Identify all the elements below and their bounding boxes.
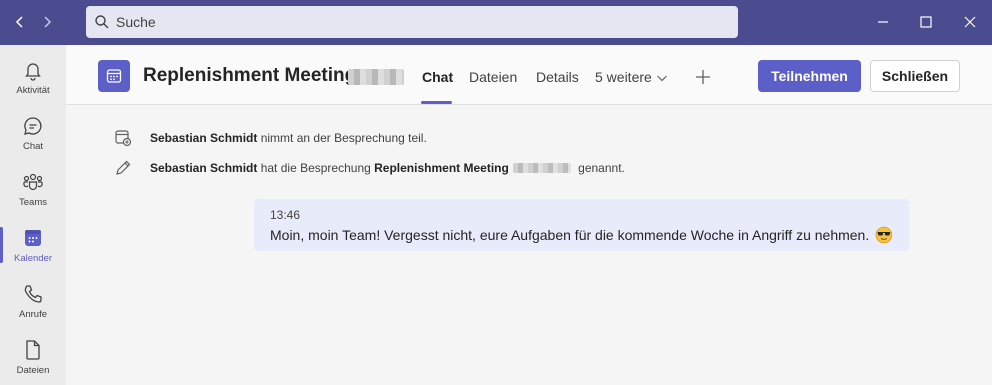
rail-item-label: Teams: [19, 196, 47, 208]
message-bubble[interactable]: 13:46 Moin, moin Team! Vergesst nicht, e…: [254, 199, 909, 251]
meeting-header: Replenishment Meeting Chat Dateien Detai…: [66, 45, 992, 105]
system-event: Sebastian Schmidt nimmt an der Besprechu…: [114, 128, 814, 148]
meeting-calendar-icon: [98, 60, 130, 92]
close-button[interactable]: Schließen: [870, 60, 960, 92]
rail-item-calls[interactable]: Anrufe: [0, 273, 66, 329]
add-tab-icon[interactable]: [694, 68, 712, 86]
redacted-text: [348, 69, 404, 85]
rail-item-label: Aktivität: [16, 84, 50, 96]
tab-details[interactable]: Details: [536, 69, 579, 85]
rail-item-chat[interactable]: Chat: [0, 105, 66, 161]
calendar-icon: [25, 229, 41, 246]
app-rail: Aktivität Chat Teams Kalender Anrufe Dat…: [0, 45, 66, 385]
system-event: Sebastian Schmidt hat die Besprechung Re…: [114, 158, 814, 178]
redacted-text: [512, 163, 571, 173]
rail-item-label: Dateien: [16, 364, 50, 376]
chevron-down-icon[interactable]: [656, 72, 668, 84]
file-icon: [26, 339, 40, 360]
rail-item-files[interactable]: Dateien: [0, 329, 66, 385]
rail-item-teams[interactable]: Teams: [0, 161, 66, 217]
chat-icon: [24, 116, 42, 135]
page-title: Replenishment Meeting: [143, 65, 357, 86]
search-icon: [95, 15, 109, 29]
rail-item-label: Kalender: [13, 252, 53, 264]
chevron-left-icon[interactable]: [10, 12, 30, 32]
event-meeting-name: Replenishment Meeting: [374, 161, 509, 175]
message-text: Moin, moin Team! Vergesst nicht, eure Au…: [270, 227, 870, 243]
tab-more[interactable]: 5 weitere: [595, 69, 652, 85]
tab-chat[interactable]: Chat: [422, 69, 453, 85]
teams-icon: [23, 173, 43, 190]
rail-item-calendar[interactable]: Kalender: [0, 217, 66, 273]
message-timestamp: 13:46: [270, 208, 301, 222]
minimize-icon[interactable]: [873, 12, 893, 32]
event-user-name: Sebastian Schmidt: [150, 161, 258, 175]
bell-icon: [25, 62, 41, 81]
rail-item-label: Chat: [22, 140, 44, 152]
sunglasses-emoji-icon: [875, 226, 893, 244]
search-input[interactable]: Suche: [86, 6, 738, 38]
event-text: hat die Besprechung: [257, 161, 375, 175]
event-text: nimmt an der Besprechung teil.: [257, 131, 427, 145]
chevron-right-icon[interactable]: [37, 12, 57, 32]
title-bar: Suche: [0, 0, 992, 45]
active-tab-indicator: [421, 101, 452, 104]
tab-files[interactable]: Dateien: [469, 69, 517, 85]
pencil-icon: [116, 160, 131, 175]
phone-icon: [24, 284, 42, 303]
close-icon[interactable]: [960, 12, 980, 32]
calendar-join-icon: [115, 130, 132, 147]
maximize-icon[interactable]: [916, 12, 936, 32]
rail-item-activity[interactable]: Aktivität: [0, 49, 66, 105]
event-text: genannt.: [574, 161, 625, 175]
event-user-name: Sebastian Schmidt: [150, 131, 258, 145]
rail-item-label: Anrufe: [19, 308, 47, 320]
search-placeholder: Suche: [116, 14, 156, 30]
join-button[interactable]: Teilnehmen: [758, 60, 861, 92]
